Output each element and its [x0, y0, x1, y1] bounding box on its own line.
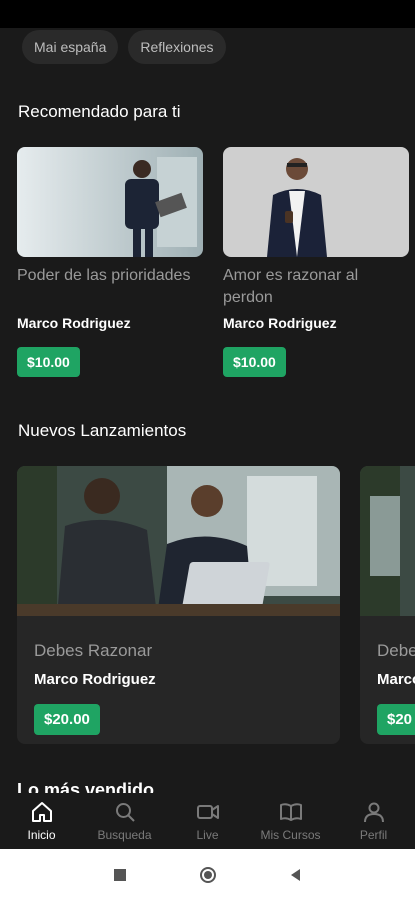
system-navigation-bar: [0, 849, 415, 900]
user-icon: [363, 802, 384, 823]
nav-live[interactable]: Live: [168, 800, 248, 842]
home-icon: [31, 802, 52, 822]
price-badge: $10.00: [17, 347, 80, 377]
nav-home[interactable]: Inicio: [2, 800, 82, 842]
chip-reflexiones[interactable]: Reflexiones: [128, 30, 226, 64]
recommended-title: Recomendado para ti: [18, 102, 181, 121]
home-circle-icon[interactable]: [199, 866, 217, 884]
nav-search[interactable]: Busqueda: [85, 800, 165, 842]
price-badge: $20.00: [34, 704, 100, 735]
course-thumbnail: [360, 466, 415, 616]
nav-profile-label: Perfil: [359, 828, 388, 842]
recommended-card[interactable]: Amor es razonar al perdon Marco Rodrigue…: [223, 147, 409, 377]
course-title: Debes Razonar: [34, 641, 153, 660]
bottom-navigation: Inicio Busqueda Live Mis Cursos Perfil: [0, 793, 415, 849]
course-thumbnail: [17, 466, 340, 616]
nav-courses[interactable]: Mis Cursos: [251, 800, 331, 842]
course-author: Marco: [377, 671, 415, 688]
price-badge: $20: [377, 704, 415, 735]
course-title: Debe: [377, 641, 415, 660]
recents-icon[interactable]: [111, 866, 129, 884]
new-release-card[interactable]: Debe Marco $20: [360, 466, 415, 744]
course-author: Marco Rodriguez: [223, 315, 337, 331]
nav-home-label: Inicio: [27, 828, 56, 842]
nav-profile[interactable]: Perfil: [334, 800, 414, 842]
video-camera-icon: [196, 805, 219, 819]
price-badge: $10.00: [223, 347, 286, 377]
best-sellers-title: Lo más vendido: [17, 780, 155, 793]
course-author: Marco Rodriguez: [34, 671, 156, 688]
nav-courses-label: Mis Cursos: [260, 828, 321, 842]
course-title: Poder de las prioridades: [17, 267, 191, 284]
course-thumbnail: [223, 147, 409, 257]
course-thumbnail: [17, 147, 203, 257]
status-bar: [0, 0, 415, 28]
course-title: Amor es razonar al perdon: [223, 267, 359, 306]
back-icon[interactable]: [287, 866, 305, 884]
course-author: Marco Rodriguez: [17, 315, 131, 331]
nav-live-label: Live: [196, 828, 219, 842]
chip-mai-espana[interactable]: Mai españa: [22, 30, 119, 64]
search-icon: [115, 803, 135, 822]
recommended-card[interactable]: Poder de las prioridades Marco Rodriguez…: [17, 147, 203, 377]
new-releases-title: Nuevos Lanzamientos: [18, 421, 187, 440]
category-chips: Mai españa Reflexiones: [22, 30, 226, 64]
main-scroll[interactable]: Mai españa Reflexiones Recomendado para …: [0, 28, 415, 793]
new-release-card[interactable]: Debes Razonar Marco Rodriguez $20.00: [17, 466, 340, 744]
book-open-icon: [279, 803, 302, 821]
nav-search-label: Busqueda: [97, 828, 152, 842]
